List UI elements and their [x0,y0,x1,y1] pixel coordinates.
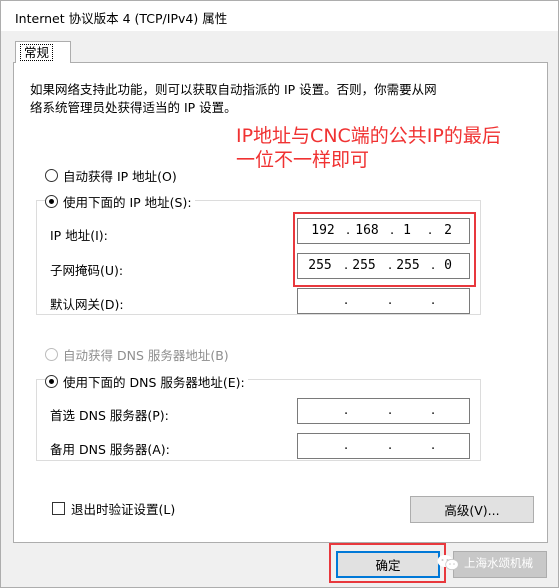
ok-button[interactable]: 确定 [336,551,440,578]
alternate-dot-3: . [431,438,436,453]
watermark-text: 上海水颂机械 [464,555,533,570]
alternate-dot-1: . [344,438,349,453]
preferred-dns-input[interactable]: . . . [297,398,470,424]
advanced-button-label: 高级(V)... [444,503,500,518]
annotation-line-1: IP地址与CNC端的公共IP的最后 [236,125,501,147]
preferred-dot-2: . [388,403,393,418]
red-annotation: IP地址与CNC端的公共IP的最后 一位不一样即可 [236,124,546,172]
gateway-input[interactable]: . . . [297,288,470,314]
preferred-dot-1: . [344,403,349,418]
validate-on-exit-checkbox[interactable]: 退出时验证设置(L) [52,499,175,518]
auto-ip-radio[interactable]: 自动获得 IP 地址(O) [45,166,177,185]
manual-dns-label: 使用下面的 DNS 服务器地址(E): [63,375,245,390]
manual-ip-radio[interactable]: 使用下面的 IP 地址(S): [45,192,195,211]
auto-dns-radio-circle[interactable] [45,348,58,361]
alternate-dot-2: . [388,438,393,453]
alternate-dns-input[interactable]: . . . [297,433,470,459]
annotation-line-2: 一位不一样即可 [236,149,370,171]
preferred-dns-label: 首选 DNS 服务器(P): [50,408,169,423]
gateway-dot-3: . [431,293,436,308]
tcpip-properties-dialog: Internet 协议版本 4 (TCP/IPv4) 属性 常规 如果网络支持此… [0,0,559,588]
description-line-2: 络系统管理员处获得适当的 IP 设置。 [30,100,237,115]
window-title: Internet 协议版本 4 (TCP/IPv4) 属性 [15,11,228,26]
manual-dns-radio[interactable]: 使用下面的 DNS 服务器地址(E): [45,372,248,391]
auto-dns-radio[interactable]: 自动获得 DNS 服务器地址(B) [45,345,229,364]
description-text: 如果网络支持此功能，则可以获取自动指派的 IP 设置。否则，你需要从网 络系统管… [30,81,530,117]
description-line-1: 如果网络支持此功能，则可以获取自动指派的 IP 设置。否则，你需要从网 [30,82,437,97]
wechat-icon [437,555,459,571]
title-bar: Internet 协议版本 4 (TCP/IPv4) 属性 [1,1,558,31]
gateway-dot-2: . [388,293,393,308]
preferred-dot-3: . [431,403,436,418]
manual-ip-label: 使用下面的 IP 地址(S): [63,195,192,210]
validate-checkbox-box[interactable] [52,502,65,515]
alternate-dns-label: 备用 DNS 服务器(A): [50,442,170,457]
watermark: 上海水颂机械 [437,554,533,571]
tab-general-label: 常规 [20,44,54,61]
ip-mask-highlight-box [293,212,476,287]
gateway-dot-1: . [344,293,349,308]
gateway-label: 默认网关(D): [50,297,124,312]
subnet-mask-label: 子网掩码(U): [50,263,124,278]
ok-button-label: 确定 [375,558,401,573]
auto-dns-label: 自动获得 DNS 服务器地址(B) [63,348,229,363]
ip-address-label: IP 地址(I): [50,228,108,243]
general-panel: 如果网络支持此功能，则可以获取自动指派的 IP 设置。否则，你需要从网 络系统管… [13,62,548,543]
manual-dns-radio-circle[interactable] [45,375,58,388]
auto-ip-radio-circle[interactable] [45,169,58,182]
tab-general[interactable]: 常规 [15,41,71,63]
advanced-button[interactable]: 高级(V)... [410,496,534,523]
auto-ip-label: 自动获得 IP 地址(O) [63,169,177,184]
manual-ip-radio-circle[interactable] [45,195,58,208]
validate-label: 退出时验证设置(L) [71,502,176,517]
